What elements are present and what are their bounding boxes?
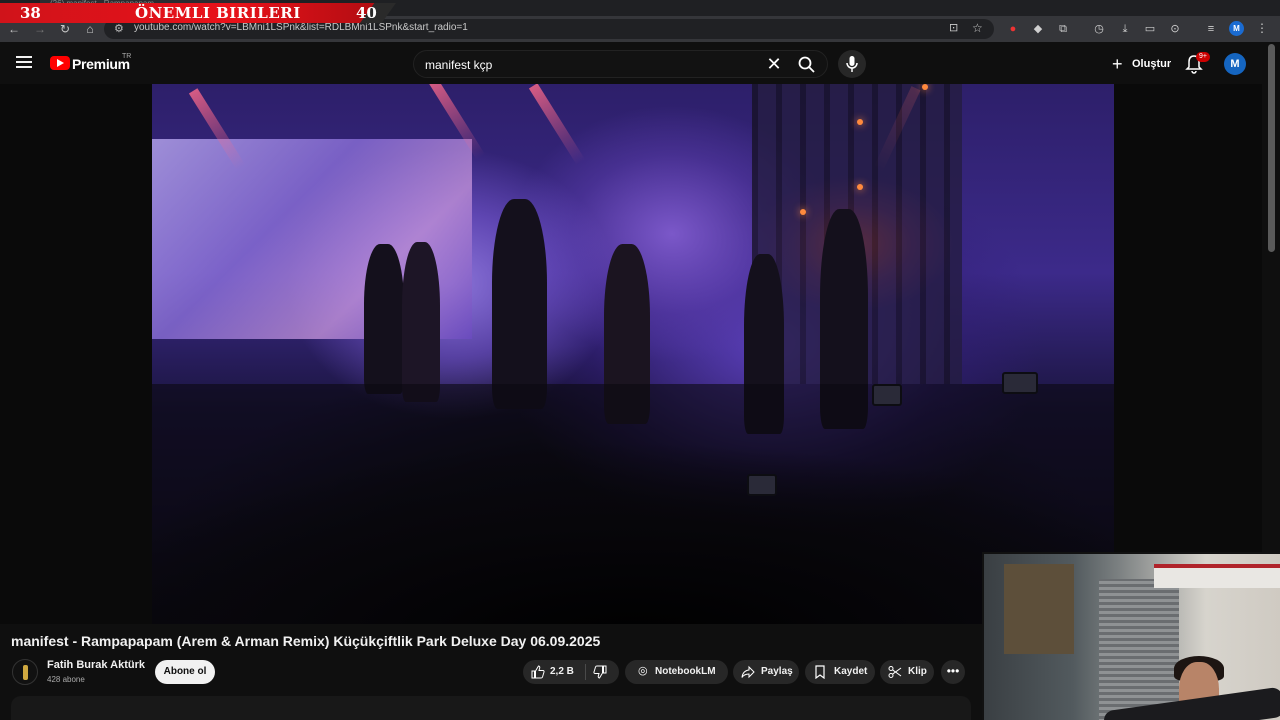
page-scrollbar[interactable] (1268, 44, 1275, 252)
reload-icon[interactable]: ↻ (57, 21, 73, 37)
extension-diamond-icon[interactable]: ◆ (1030, 21, 1046, 37)
extensions-puzzle-icon[interactable]: ⧉ (1055, 21, 1071, 37)
home-icon[interactable]: ⌂ (82, 21, 98, 37)
webcam-ceiling (1154, 564, 1280, 588)
extension-red-icon[interactable]: ● (1005, 21, 1021, 37)
video-player[interactable] (0, 84, 1262, 624)
search-box[interactable]: manifest kçp ✕ (413, 50, 828, 78)
overlay-banner: 38 ÖNEMLI BIRILERI 40 (0, 3, 396, 23)
more-actions-button[interactable]: ••• (941, 660, 965, 684)
share-label: Paylaş (761, 666, 793, 677)
profile-sync-icon[interactable]: ⊙ (1167, 21, 1183, 37)
reading-list-icon[interactable]: ≡ (1203, 21, 1219, 37)
save-label: Kaydet (834, 666, 868, 677)
performer-silhouette (364, 244, 404, 394)
plus-icon: + (1112, 54, 1123, 74)
channel-avatar[interactable] (12, 659, 38, 685)
crowd-silhouette (152, 384, 1114, 624)
webcam-shutter (1099, 579, 1179, 720)
crowd-phone (1002, 372, 1038, 394)
browser-menu-icon[interactable]: ⋮ (1256, 21, 1268, 35)
channel-subscriber-count: 428 abone (47, 675, 85, 684)
stage-spotlight (800, 209, 806, 215)
voice-search-button[interactable] (838, 50, 866, 78)
search-icon[interactable] (797, 55, 817, 75)
stage-spotlight (857, 119, 863, 125)
notification-badge: 9+ (1196, 52, 1210, 62)
account-avatar[interactable]: M (1224, 53, 1246, 75)
devices-icon[interactable]: ▭ (1142, 21, 1158, 37)
notebooklm-icon: ◎ (638, 665, 648, 677)
share-icon (741, 665, 755, 679)
clip-label: Klip (908, 666, 927, 677)
microphone-icon (846, 56, 858, 72)
crowd-phone (747, 474, 777, 496)
like-divider (585, 664, 586, 680)
region-code: TR (122, 53, 132, 60)
thumbs-up-icon[interactable] (531, 665, 545, 679)
stage-spotlight (857, 184, 863, 190)
youtube-logo-icon[interactable] (50, 56, 70, 70)
crowd-phone (872, 384, 902, 406)
bookmark-star-icon[interactable]: ☆ (972, 21, 983, 35)
performer-silhouette (492, 199, 547, 409)
performer-silhouette (402, 242, 440, 402)
thumbs-down-icon[interactable] (593, 665, 607, 679)
arrow-right-icon[interactable]: → (32, 21, 48, 37)
address-url: youtube.com/watch?v=LBMni1LSPnk&list=RDL… (134, 22, 468, 33)
banner-right-number: 40 (356, 4, 377, 22)
menu-icon[interactable] (16, 56, 32, 68)
save-button[interactable]: Kaydet (805, 660, 875, 684)
share-button[interactable]: Paylaş (733, 660, 799, 684)
video-title: manifest - Rampapapam (Arem & Arman Remi… (11, 633, 601, 649)
stage-light-beam (528, 84, 586, 165)
like-count[interactable]: 2,2 B (550, 666, 574, 677)
video-frame[interactable] (152, 84, 1114, 624)
create-label: Oluştur (1132, 58, 1172, 70)
install-icon[interactable]: ⊡ (949, 21, 958, 34)
history-icon[interactable]: ◷ (1091, 21, 1107, 37)
youtube-header: Premium TR manifest kçp ✕ + Oluştur 9+ M (0, 42, 1280, 84)
stage-spotlight (922, 84, 928, 90)
banner-title: ÖNEMLI BIRILERI (135, 4, 301, 22)
download-icon[interactable]: ⤓ (1117, 21, 1133, 37)
clear-search-icon[interactable]: ✕ (764, 54, 784, 75)
scissors-icon (888, 666, 902, 678)
subscribe-button[interactable]: Abone ol (155, 660, 215, 684)
arrow-left-icon[interactable]: ← (6, 21, 22, 37)
bookmark-icon (815, 665, 825, 679)
channel-name[interactable]: Fatih Burak Aktürk (47, 659, 145, 671)
webcam-shelf (1004, 564, 1074, 654)
like-dislike-group: 2,2 B (523, 660, 619, 684)
search-input[interactable]: manifest kçp (425, 58, 492, 72)
notebooklm-label: NotebookLM (655, 666, 716, 677)
clip-button[interactable]: Klip (880, 660, 934, 684)
description-box[interactable] (11, 696, 971, 720)
webcam-overlay (982, 552, 1280, 720)
notebooklm-button[interactable]: ◎ NotebookLM (625, 660, 728, 684)
browser-profile-avatar[interactable]: M (1229, 21, 1244, 36)
banner-left-number: 38 (20, 4, 41, 22)
site-info-icon[interactable]: ⚙ (114, 22, 124, 35)
